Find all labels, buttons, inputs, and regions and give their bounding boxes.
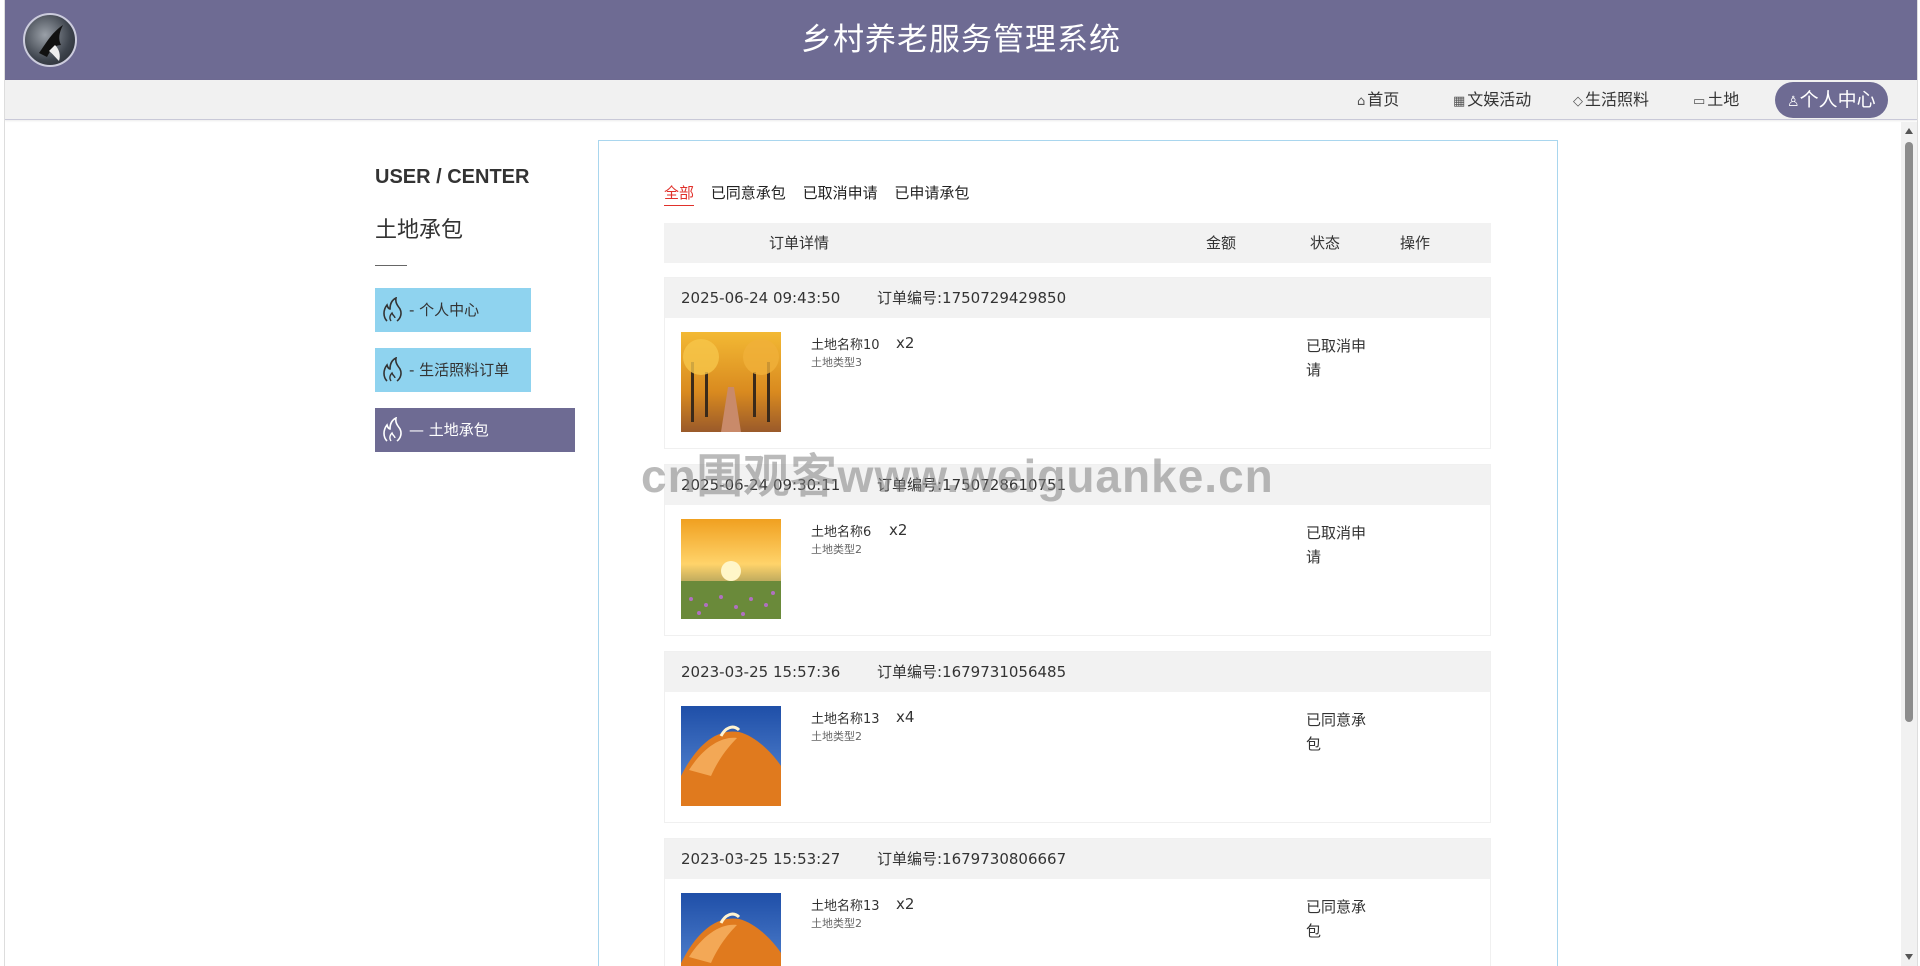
header-detail: 订单详情 [769, 234, 830, 252]
land-type: 土地类型2 [811, 543, 862, 556]
nav-home[interactable]: ⌂ 首页 [1357, 80, 1399, 120]
order-card: 2023-03-25 15:57:36 订单编号:1679731056485 土 [664, 651, 1491, 823]
land-type: 土地类型2 [811, 730, 862, 743]
flame-icon [383, 297, 402, 322]
land-image-autumn-avenue[interactable] [681, 332, 781, 432]
flame-icon [383, 357, 402, 382]
order-card: 2023-03-25 15:53:27 订单编号:1679730806667 土 [664, 838, 1491, 966]
nav-entertainment[interactable]: ▦ 文娱活动 [1453, 80, 1531, 120]
land-type: 土地类型2 [811, 917, 862, 930]
scroll-down-icon[interactable] [1905, 954, 1913, 960]
status-tabs: 全部 已同意承包 已取消申请 已申请承包 [664, 182, 981, 206]
sidebar-subtitle: 土地承包 [375, 218, 464, 243]
order-number: 订单编号:1679730806667 [877, 850, 1067, 868]
land-image-orange-rock[interactable] [681, 706, 781, 806]
tab-applied[interactable]: 已申请承包 [894, 182, 969, 205]
tab-all[interactable]: 全部 [664, 182, 695, 206]
nav-user-center[interactable]: ♙个人中心 [1775, 82, 1888, 118]
land-name[interactable]: 土地名称6 [811, 521, 871, 540]
book-icon: ▭ [1693, 94, 1706, 109]
item-quantity: x2 [896, 334, 915, 352]
land-image-sunset-meadow[interactable] [681, 519, 781, 619]
order-number: 订单编号:1679731056485 [877, 663, 1067, 681]
top-header: 乡村养老服务管理系统 [5, 0, 1917, 80]
sidebar-title: USER / CENTER [375, 166, 530, 188]
sidebar-item-user-center[interactable]: - 个人中心 [375, 288, 531, 332]
order-status: 已取消申请 [1306, 337, 1367, 379]
land-name[interactable]: 土地名称10 [811, 334, 880, 353]
order-header: 2023-03-25 15:57:36 订单编号:1679731056485 [665, 652, 1490, 692]
header-status: 状态 [1310, 234, 1341, 252]
watermark-text: cn围观客www.weiguanke.cn [641, 450, 1274, 502]
order-header: 2025-06-24 09:43:50 订单编号:1750729429850 [665, 278, 1490, 318]
order-number: 订单编号:1750729429850 [877, 289, 1067, 307]
nav-life-care[interactable]: ◇ 生活照料 [1573, 80, 1649, 120]
orders-table-header: 订单详情 金额 状态 操作 [664, 223, 1491, 263]
order-time: 2025-06-24 09:43:50 [681, 289, 841, 307]
item-quantity: x2 [896, 895, 915, 913]
land-name[interactable]: 土地名称13 [811, 708, 880, 727]
vertical-scrollbar[interactable] [1901, 122, 1917, 966]
item-quantity: x4 [896, 708, 915, 726]
order-time: 2023-03-25 15:53:27 [681, 850, 841, 868]
main-nav: ⌂ 首页 ▦ 文娱活动 ◇ 生活照料 ▭ 土地 ♙个人中心 [5, 80, 1917, 120]
order-status: 已取消申请 [1306, 524, 1367, 566]
scrollbar-thumb[interactable] [1905, 142, 1913, 722]
land-type: 土地类型3 [811, 356, 862, 369]
tag-icon: ◇ [1573, 94, 1583, 109]
header-action: 操作 [1400, 234, 1431, 252]
orders-panel: 全部 已同意承包 已取消申请 已申请承包 订单详情 金额 状态 操作 2025-… [598, 140, 1558, 966]
item-quantity: x2 [889, 521, 908, 539]
sidebar-item-land-contract[interactable]: — 土地承包 [375, 408, 575, 452]
order-status: 已同意承包 [1306, 711, 1367, 753]
home-icon: ⌂ [1357, 94, 1366, 109]
land-name[interactable]: 土地名称13 [811, 895, 880, 914]
app-frame: 乡村养老服务管理系统 ⌂ 首页 ▦ 文娱活动 ◇ 生活照料 ▭ 土地 ♙个人中心 USE… [4, 0, 1918, 966]
site-title: 乡村养老服务管理系统 [801, 22, 1121, 58]
tab-cancelled[interactable]: 已取消申请 [803, 182, 878, 205]
nav-land[interactable]: ▭ 土地 [1693, 80, 1739, 120]
order-status: 已同意承包 [1306, 898, 1367, 940]
order-header: 2023-03-25 15:53:27 订单编号:1679730806667 [665, 839, 1490, 879]
order-time: 2023-03-25 15:57:36 [681, 663, 841, 681]
sidebar-divider [375, 265, 407, 266]
user-icon: ♙ [1787, 94, 1800, 110]
scroll-up-icon[interactable] [1905, 128, 1913, 134]
flame-icon [383, 417, 402, 442]
grid-icon: ▦ [1453, 94, 1466, 109]
header-amount: 金额 [1206, 234, 1237, 252]
sidebar-item-life-care-orders[interactable]: - 生活照料订单 [375, 348, 531, 392]
land-image-orange-rock[interactable] [681, 893, 781, 966]
tab-approved[interactable]: 已同意承包 [711, 182, 786, 205]
order-card: 2025-06-24 09:43:50 订单编号:1750729429850 土… [664, 277, 1491, 449]
